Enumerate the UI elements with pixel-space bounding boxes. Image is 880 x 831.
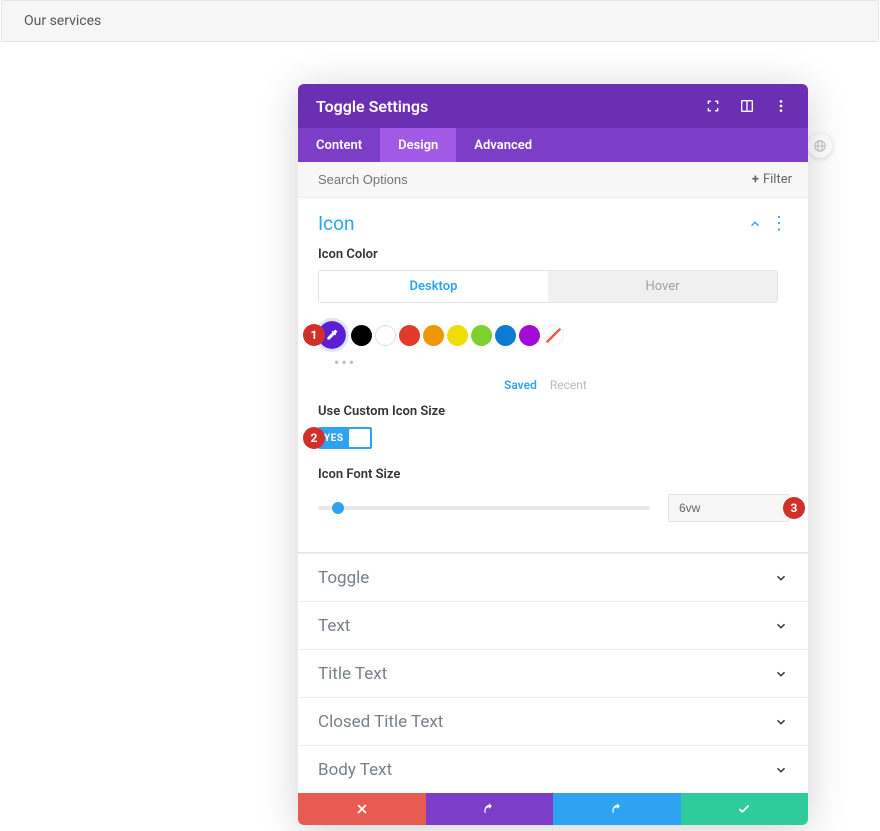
saved-tab[interactable]: Saved: [504, 378, 537, 392]
globe-button[interactable]: [808, 134, 832, 158]
swatch-yellow[interactable]: [447, 325, 468, 346]
use-custom-size-label: Use Custom Icon Size: [318, 404, 788, 419]
section-text[interactable]: Text: [298, 601, 808, 649]
eyedropper-icon: [325, 328, 339, 342]
redo-icon: [610, 802, 624, 816]
swatch-red[interactable]: [399, 325, 420, 346]
icon-font-size-input[interactable]: [668, 494, 790, 522]
section-title-text[interactable]: Title Text: [298, 649, 808, 697]
redo-button[interactable]: [553, 793, 681, 825]
icon-panel-header[interactable]: Icon ⋮: [318, 212, 788, 235]
icon-font-size-label: Icon Font Size: [318, 467, 788, 482]
expand-button[interactable]: [704, 97, 722, 115]
swatch-black[interactable]: [351, 325, 372, 346]
chevron-down-icon: [774, 715, 788, 729]
more-swatches-button[interactable]: •••: [334, 353, 788, 372]
expand-icon: [705, 98, 721, 114]
swatch-white[interactable]: [375, 325, 396, 346]
color-swatch-row: 1: [318, 321, 788, 349]
toggle-knob: [349, 429, 370, 447]
confirm-button[interactable]: [681, 793, 809, 825]
tab-advanced[interactable]: Advanced: [456, 128, 550, 162]
recent-tab[interactable]: Recent: [550, 378, 587, 392]
section-text-label: Text: [318, 616, 774, 636]
chevron-up-icon: [748, 217, 762, 231]
chevron-down-icon: [774, 619, 788, 633]
chevron-down-icon: [774, 763, 788, 777]
filter-label: Filter: [763, 172, 792, 187]
icon-font-size-row: 3: [318, 494, 790, 522]
kebab-icon: [773, 98, 789, 114]
cancel-button[interactable]: [298, 793, 426, 825]
section-closed-title-text[interactable]: Closed Title Text: [298, 697, 808, 745]
use-custom-size-toggle[interactable]: YES: [318, 427, 372, 449]
callout-badge-2: 2: [303, 427, 325, 449]
check-icon: [737, 802, 751, 816]
modal-header-actions: [704, 97, 790, 115]
saved-recent-row: Saved Recent: [318, 378, 788, 392]
search-bar: + Filter: [298, 162, 808, 198]
section-toggle-label: Toggle: [318, 568, 774, 588]
slider-thumb[interactable]: [332, 502, 344, 514]
callout-badge-3: 3: [783, 497, 805, 519]
swatch-green[interactable]: [471, 325, 492, 346]
section-body-text-label: Body Text: [318, 760, 774, 780]
filter-button[interactable]: + Filter: [744, 168, 800, 191]
use-custom-size-row: 2 YES: [318, 427, 788, 449]
sub-tab-desktop[interactable]: Desktop: [319, 271, 548, 302]
section-toggle[interactable]: Toggle: [298, 553, 808, 601]
responsive-icon: [739, 98, 755, 114]
undo-icon: [482, 802, 496, 816]
chevron-down-icon: [774, 571, 788, 585]
sub-tab-hover[interactable]: Hover: [548, 271, 777, 302]
plus-icon: +: [752, 172, 759, 187]
swatch-orange[interactable]: [423, 325, 444, 346]
icon-font-size-slider[interactable]: [318, 506, 650, 510]
menu-button[interactable]: [772, 97, 790, 115]
swatch-purple[interactable]: [519, 325, 540, 346]
settings-modal: Toggle Settings Content Design Advanced …: [298, 84, 808, 825]
tab-content[interactable]: Content: [298, 128, 380, 162]
page-header-label: Our services: [24, 13, 101, 29]
swatch-blue[interactable]: [495, 325, 516, 346]
icon-panel-title: Icon: [318, 212, 748, 235]
modal-action-bar: [298, 793, 808, 825]
section-closed-title-text-label: Closed Title Text: [318, 712, 774, 732]
close-icon: [355, 802, 369, 816]
undo-button[interactable]: [426, 793, 554, 825]
icon-color-label: Icon Color: [318, 247, 788, 262]
panel-menu-button[interactable]: ⋮: [770, 215, 788, 233]
tab-design[interactable]: Design: [380, 128, 456, 162]
modal-title: Toggle Settings: [316, 97, 704, 116]
section-title-text-label: Title Text: [318, 664, 774, 684]
section-body-text[interactable]: Body Text: [298, 745, 808, 793]
callout-badge-1: 1: [303, 324, 325, 346]
page-header: Our services: [1, 0, 879, 42]
icon-panel: Icon ⋮ Icon Color Desktop Hover 1 •••: [298, 198, 808, 544]
responsive-button[interactable]: [738, 97, 756, 115]
icon-color-sub-tabs: Desktop Hover: [318, 270, 778, 303]
globe-icon: [813, 139, 827, 153]
modal-tabs: Content Design Advanced: [298, 128, 808, 162]
search-input[interactable]: [318, 172, 744, 187]
chevron-down-icon: [774, 667, 788, 681]
swatch-none[interactable]: [543, 325, 564, 346]
modal-header: Toggle Settings: [298, 84, 808, 128]
